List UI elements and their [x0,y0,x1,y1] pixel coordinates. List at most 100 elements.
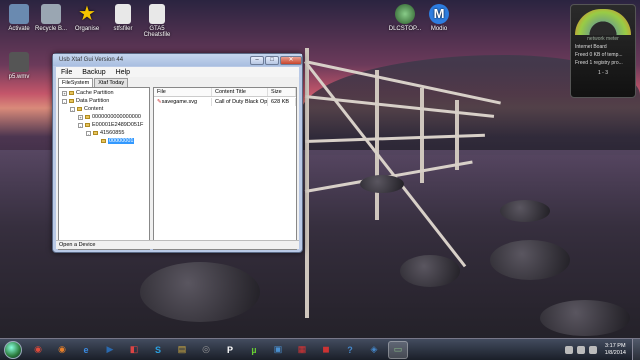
help-icon[interactable]: ? [340,341,360,359]
folder-icon [101,139,106,143]
app-icon[interactable]: ◎ [196,341,216,359]
expand-icon[interactable]: + [78,114,83,120]
tree-node[interactable]: + Cache Partition [62,90,114,96]
title-bar[interactable]: Usb Xtaf Gui Version 44 – □ ✕ [53,54,302,66]
minimize-button[interactable]: – [250,55,264,65]
size-cell: 628 KB [268,97,296,106]
collapse-icon[interactable]: - [86,130,91,136]
app-icon[interactable]: ▦ [292,341,312,359]
paint-icon[interactable]: ◧ [124,341,144,359]
clock[interactable]: 3:17 PM 1/8/2014 [605,343,626,357]
file-list-header: File Content Title Size [154,88,296,97]
clock-time: 3:17 PM [605,342,626,349]
tree-node[interactable]: - 41560855 [86,130,124,136]
tree-node-label: E00001E2489D051F [92,122,144,128]
tab-xtaf-today[interactable]: Xtaf Today [94,78,129,87]
xtaf-window: Usb Xtaf Gui Version 44 – □ ✕ File Backu… [52,53,303,253]
close-button[interactable]: ✕ [280,55,302,65]
collapse-icon[interactable]: - [62,98,67,104]
gadget-pager[interactable]: 1 - 3 [571,70,635,76]
table-row[interactable]: ✎savegame.svg Call of Duty Black Ops 628… [154,97,296,106]
ie-icon[interactable]: e [76,341,96,359]
gauge-icon [575,9,631,35]
desktop-icon-organise[interactable]: ★ Organise [68,4,106,32]
menu-help[interactable]: Help [116,69,130,76]
pandora-icon[interactable]: P [220,341,240,359]
folder-icon [69,99,74,103]
tray-flag-icon[interactable] [564,345,573,354]
folder-icon [93,131,98,135]
gadget-row: Internet Board [575,44,607,50]
network-meter-gadget: network meter Internet Board Freed 0 KB … [570,4,636,98]
folder-icon [85,115,90,119]
modio-icon: M [429,4,449,24]
gadget-row: Freed 0 KB of temp... [575,52,623,58]
clock-date: 1/8/2014 [604,349,626,356]
column-header-size[interactable]: Size [268,88,296,96]
start-button[interactable] [4,340,22,359]
tray-network-icon[interactable] [576,345,585,354]
column-header-file[interactable]: File [154,88,212,96]
firefox-icon[interactable]: ◉ [52,341,72,359]
media-player-icon[interactable]: ▶ [100,341,120,359]
app-icon[interactable]: ◈ [364,341,384,359]
desktop-icon-modio[interactable]: M Modio [420,4,458,32]
rock [400,255,460,287]
expand-icon[interactable]: + [62,90,67,96]
video-icon [9,52,29,72]
tab-filesystem[interactable]: FileSystem [58,78,94,87]
tree-node-label: Cache Partition [76,90,114,96]
desktop-icon-p5-wmv[interactable]: p5.wmv [0,52,38,80]
rock [540,300,630,336]
folder-icon[interactable]: ▣ [268,341,288,359]
xtaf-icon[interactable]: ▭ [388,340,408,359]
tray-volume-icon[interactable] [588,345,597,354]
show-desktop-button[interactable] [632,338,640,360]
tree-node[interactable]: - E00001E2489D051F [78,122,143,128]
maximize-button[interactable]: □ [265,55,279,65]
desktop-icon-recycle-bin[interactable]: Recycle B... [32,4,70,32]
explorer-icon[interactable]: ▤ [172,341,192,359]
tree-node[interactable]: - Content [70,106,103,112]
desktop-icon-stfsfiler[interactable]: stfsfiler [104,4,142,32]
folder-icon [69,91,74,95]
status-bar: Open a Device [56,240,299,249]
tree-node-label: Content [84,106,104,112]
tree-node[interactable]: + 0000000000000000 [78,114,141,120]
folder-icon [85,123,90,127]
xbox-icon [395,4,415,24]
file-list[interactable]: File Content Title Size ✎savegame.svg Ca… [153,87,297,250]
gadget-row: Freed 1 registry pro... [575,60,623,66]
collapse-icon[interactable]: - [78,122,83,128]
desktop-icon-gta5-cheatsfile[interactable]: GTA5 Cheatsfile [138,4,176,38]
computer-icon [9,4,29,24]
chrome-icon[interactable]: ◉ [28,341,48,359]
tab-strip: FileSystem Xtaf Today [56,78,299,87]
file-cell: ✎savegame.svg [154,97,212,106]
column-header-content-title[interactable]: Content Title [212,88,268,96]
rock [360,175,404,193]
tree-node-label: 0000000000000000 [92,114,141,120]
app-icon[interactable]: ◼ [316,341,336,359]
partition-tree[interactable]: + Cache Partition - Data Partition - Con… [58,87,150,250]
menu-backup[interactable]: Backup [82,69,105,76]
gadget-title: network meter [587,36,619,42]
desktop-icon-dlcstop[interactable]: DLCSTOP... [386,4,424,32]
rock [140,262,260,322]
menu-file[interactable]: File [61,69,72,76]
skype-icon[interactable]: S [148,341,168,359]
collapse-icon[interactable]: - [70,106,75,112]
system-tray: 3:17 PM 1/8/2014 [563,338,640,360]
file-icon [149,4,165,24]
tree-node[interactable]: - Data Partition [62,98,109,104]
tree-node-selected[interactable]: 00000001 [101,138,135,144]
recycle-bin-icon [41,4,61,24]
utorrent-icon[interactable]: µ [244,341,264,359]
content-title-cell: Call of Duty Black Ops [212,97,268,106]
fence-post [305,48,309,318]
tree-node-label: 00000001 [108,138,135,144]
fence-post [375,70,379,220]
file-icon [115,4,131,24]
tree-node-label: 41560855 [100,130,125,136]
tree-node-label: Data Partition [76,98,110,104]
